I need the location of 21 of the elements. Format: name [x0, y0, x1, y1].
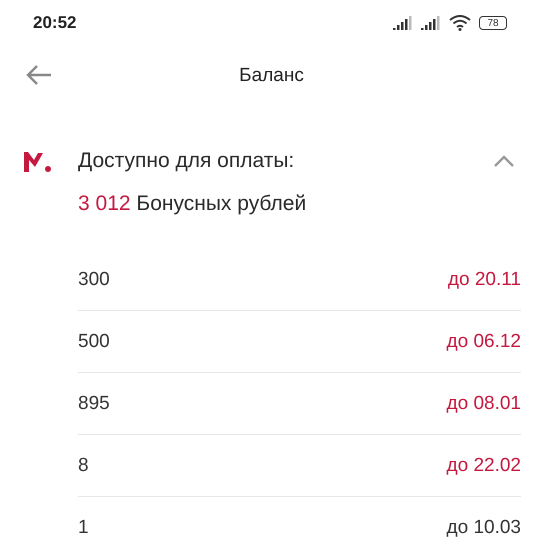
- bonus-amount: 300: [78, 268, 110, 290]
- bonus-amount: 500: [78, 330, 110, 352]
- page-title: Баланс: [239, 65, 304, 87]
- back-arrow-icon[interactable]: [25, 64, 53, 86]
- balance-label: Доступно для оплаты:: [78, 149, 294, 172]
- battery-icon: 78: [479, 16, 507, 30]
- bonus-amount: 1: [78, 516, 89, 538]
- wifi-icon: [449, 15, 471, 31]
- expiry-date: до 22.02: [446, 454, 521, 476]
- expiry-date: до 08.01: [446, 392, 521, 414]
- expiry-date: до 20.11: [448, 268, 521, 290]
- status-time: 20:52: [33, 13, 76, 33]
- signal-icon: [393, 16, 413, 30]
- balance-amount: 3 012 Бонусных рублей: [78, 191, 308, 217]
- bonus-amount: 8: [78, 454, 89, 476]
- signal-icon: [421, 16, 441, 30]
- logo-icon: [24, 150, 52, 172]
- bonus-amount: 895: [78, 392, 110, 414]
- expiry-date: до 06.12: [446, 330, 521, 352]
- chevron-icon[interactable]: [493, 154, 515, 168]
- expiry-date: до 10.03: [446, 516, 521, 538]
